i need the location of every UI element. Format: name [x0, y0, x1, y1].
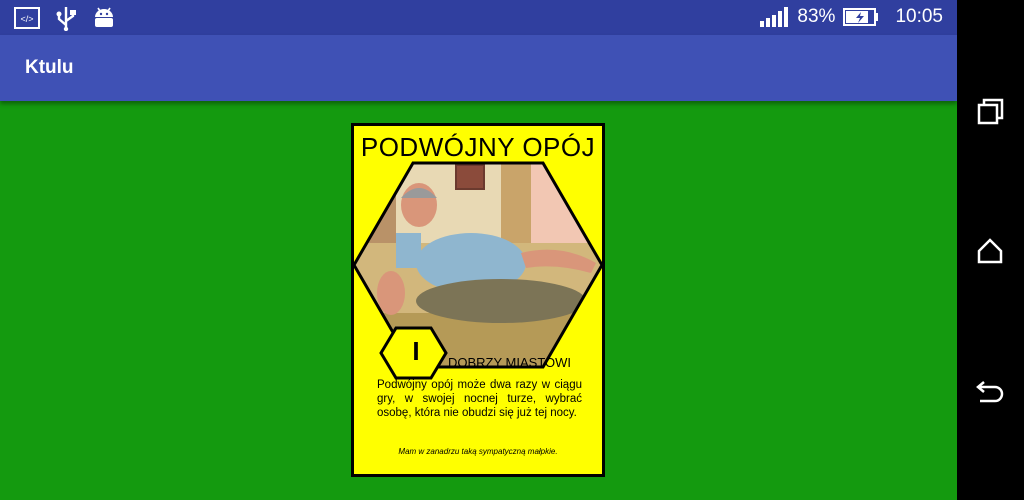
- clock: 10:05: [895, 6, 943, 27]
- card-description: Podwójny opój może dwa razy w ciągu gry,…: [377, 379, 582, 419]
- back-icon[interactable]: [975, 374, 1005, 404]
- navigation-bar: [957, 0, 1024, 500]
- app-bar: Ktulu: [0, 35, 957, 101]
- recents-icon[interactable]: [975, 97, 1005, 127]
- app-title: Ktulu: [25, 57, 74, 78]
- card-quote: Mam w zanadrzu taką sympatyczną małpkie.: [398, 447, 558, 456]
- card-frame: [351, 123, 605, 477]
- card-title: PODWÓJNY OPÓJ: [360, 132, 596, 162]
- signal-icon: [760, 7, 789, 27]
- card-faction: DOBRZY MIASTOWI: [448, 355, 572, 370]
- battery-percent: 83%: [797, 6, 836, 27]
- home-icon[interactable]: [975, 236, 1005, 266]
- code-icon: </>: [14, 7, 40, 29]
- card-level: I: [412, 336, 420, 366]
- battery-charging-icon: [843, 8, 879, 26]
- role-card[interactable]: PODWÓJNY OPÓJ I DOBRZY MIASTOWI Podwójny…: [351, 123, 605, 477]
- usb-icon: [56, 7, 76, 31]
- svg-text:</>: </>: [20, 14, 33, 24]
- status-bar: </> 83% 10:05: [0, 0, 957, 35]
- android-icon: [95, 7, 113, 27]
